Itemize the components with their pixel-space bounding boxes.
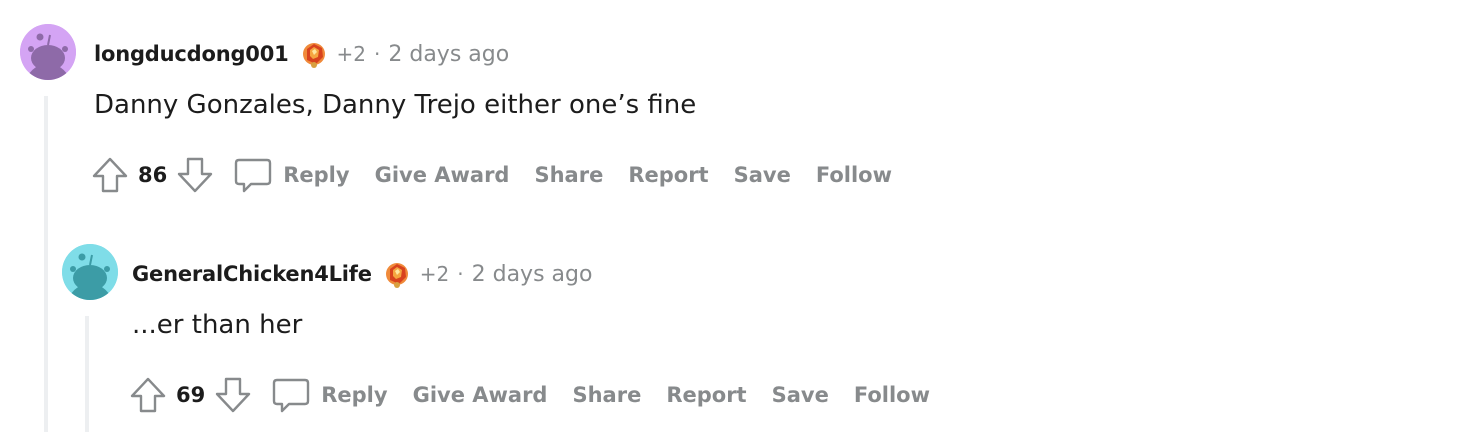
reply-label: Reply: [321, 383, 388, 407]
share-button[interactable]: Share: [534, 163, 603, 187]
arrow-down-icon: [216, 377, 251, 413]
save-button[interactable]: Save: [734, 163, 791, 187]
award-count: +2: [336, 42, 367, 66]
comment-actions: 69 Reply Give Award Share Report Save Fo…: [128, 374, 955, 416]
thread-line-level-1[interactable]: [44, 96, 48, 432]
comment-actions: 86 Reply Give Award Share Report Save Fo…: [90, 154, 917, 196]
separator-dot: ·: [457, 262, 464, 286]
downvote-button[interactable]: [213, 375, 253, 415]
save-button[interactable]: Save: [772, 383, 829, 407]
report-button[interactable]: Report: [666, 383, 746, 407]
username[interactable]: GeneralChicken4Life: [132, 262, 372, 286]
comment-body: Danny Gonzales, Danny Trejo either one’s…: [94, 90, 697, 120]
award-count: +2: [419, 262, 450, 286]
reply-button[interactable]: Reply: [215, 155, 350, 195]
reply-button[interactable]: Reply: [253, 375, 388, 415]
downvote-button[interactable]: [175, 155, 215, 195]
award-gem-icon[interactable]: [382, 259, 412, 289]
snoo-avatar-icon: [20, 24, 76, 80]
vote-score: 86: [138, 163, 168, 187]
award-gem-icon[interactable]: [299, 39, 329, 69]
comment-meta: GeneralChicken4Life +2 · 2 days ago: [132, 258, 592, 290]
share-button[interactable]: Share: [572, 383, 641, 407]
give-award-button[interactable]: Give Award: [413, 383, 548, 407]
timestamp[interactable]: 2 days ago: [472, 262, 593, 287]
comment-meta: longducdong001 +2 · 2 days ago: [94, 38, 509, 70]
thread-line-level-2[interactable]: [85, 316, 89, 432]
comment-body: ...er than her: [132, 310, 303, 340]
upvote-button[interactable]: [128, 375, 168, 415]
avatar[interactable]: [20, 24, 76, 80]
upvote-button[interactable]: [90, 155, 130, 195]
give-award-button[interactable]: Give Award: [375, 163, 510, 187]
arrow-down-icon: [178, 157, 213, 193]
vote-score: 69: [176, 383, 206, 407]
follow-button[interactable]: Follow: [816, 163, 892, 187]
reply-label: Reply: [283, 163, 350, 187]
speech-bubble-icon: [235, 158, 272, 193]
speech-bubble-icon: [273, 378, 310, 413]
separator-dot: ·: [374, 42, 381, 66]
username[interactable]: longducdong001: [94, 42, 289, 66]
follow-button[interactable]: Follow: [854, 383, 930, 407]
snoo-avatar-icon: [62, 244, 118, 300]
arrow-up-icon: [92, 157, 128, 193]
avatar[interactable]: [62, 244, 118, 300]
timestamp[interactable]: 2 days ago: [388, 42, 509, 67]
report-button[interactable]: Report: [628, 163, 708, 187]
arrow-up-icon: [130, 377, 166, 413]
